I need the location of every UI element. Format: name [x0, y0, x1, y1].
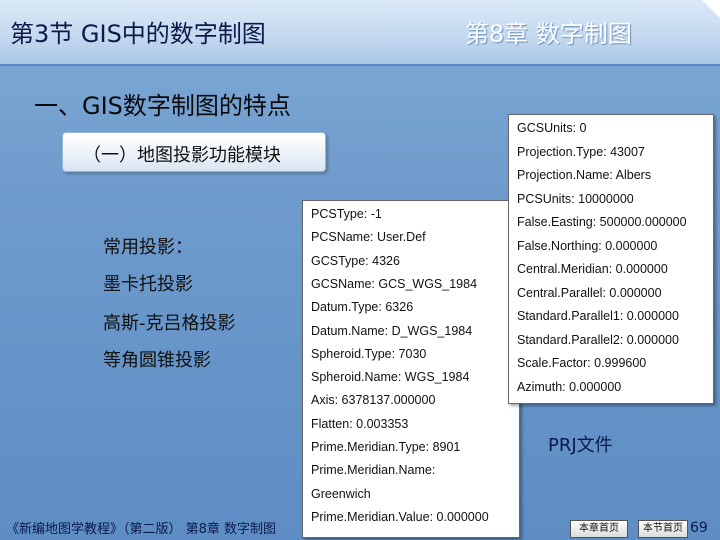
prj-param-line: Standard.Parallel1: 0.000000 — [517, 309, 679, 323]
prj-param-line: Axis: 6378137.000000 — [311, 393, 436, 408]
prj-param-line: GCSName: GCS_WGS_1984 — [311, 276, 478, 291]
module-banner-text: （一）地图投影功能模块 — [83, 145, 281, 166]
prj-param-line: Projection.Name: Albers — [517, 168, 652, 182]
prj-panel-left: PCSType: -1 PCSName: User.Def GCSType: 432… — [302, 200, 520, 538]
prj-param-line: GCSUnits: 0 — [517, 121, 587, 135]
prj-panel-right: GCSUnits: 0 Projection.Type: 43007 Project… — [508, 114, 714, 404]
prj-param-line: PCSType: -1 — [311, 207, 382, 221]
footer-book-title: 《新编地图学教程》（第二版） 第8章 数字制图 — [6, 522, 277, 537]
page-number: 69 — [690, 520, 708, 536]
prj-file-label: PRJ文件 — [548, 435, 613, 456]
projection-mercator: 墨卡托投影 — [103, 274, 193, 295]
prj-param-line: PCSUnits: 10000000 — [517, 191, 634, 206]
prj-param-line: Prime.Meridian.Name: — [311, 463, 436, 478]
projection-list-title: 常用投影： — [103, 237, 193, 258]
prj-param-line: False.Northing: 0.000000 — [517, 238, 658, 253]
slide: 第3节 GIS中的数字制图 第8章 数字制图 一、GIS数字制图的特点 （一）地… — [0, 0, 720, 540]
prj-param-line: Datum.Name: D_WGS_1984 — [311, 323, 473, 338]
prj-param-line: Prime.Meridian.Value: 0.000000 — [311, 509, 489, 524]
section-home-button[interactable]: 本节首页 — [638, 520, 688, 538]
prj-param-line: Standard.Parallel2: 0.000000 — [517, 332, 679, 347]
prj-param-line: Projection.Type: 43007 — [517, 144, 645, 159]
prj-param-line: Flatten: 0.003353 — [311, 416, 409, 431]
prj-param-line: False.Easting: 500000.000000 — [517, 215, 687, 229]
chapter-home-button[interactable]: 本章首页 — [570, 520, 628, 538]
module-banner: （一）地图投影功能模块 — [62, 132, 326, 172]
prj-param-line: Prime.Meridian.Type: 8901 — [311, 440, 461, 454]
projection-gauss-kruger: 高斯-克吕格投影 — [103, 313, 236, 334]
header-bar: 第3节 GIS中的数字制图 第8章 数字制图 — [0, 0, 720, 66]
prj-param-line: Central.Parallel: 0.000000 — [517, 285, 662, 300]
corner-fold — [702, 0, 720, 18]
prj-param-line: GCSType: 4326 — [311, 253, 400, 268]
prj-param-line: Azimuth: 0.000000 — [517, 379, 622, 394]
projection-conformal-conic: 等角圆锥投影 — [103, 350, 211, 371]
section-title: 第3节 GIS中的数字制图 — [10, 20, 266, 48]
prj-param-line: Central.Meridian: 0.000000 — [517, 262, 668, 276]
prj-param-line: Scale.Factor: 0.999600 — [517, 356, 647, 370]
prj-param-line: Spheroid.Name: WGS_1984 — [311, 370, 470, 385]
prj-param-line: Spheroid.Type: 7030 — [311, 346, 427, 361]
prj-param-line: PCSName: User.Def — [311, 230, 426, 245]
chapter-title: 第8章 数字制图 — [465, 20, 632, 48]
prj-param-line: Greenwich — [311, 486, 371, 501]
prj-param-line: Datum.Type: 6326 — [311, 300, 414, 315]
slide-heading: 一、GIS数字制图的特点 — [34, 92, 291, 120]
